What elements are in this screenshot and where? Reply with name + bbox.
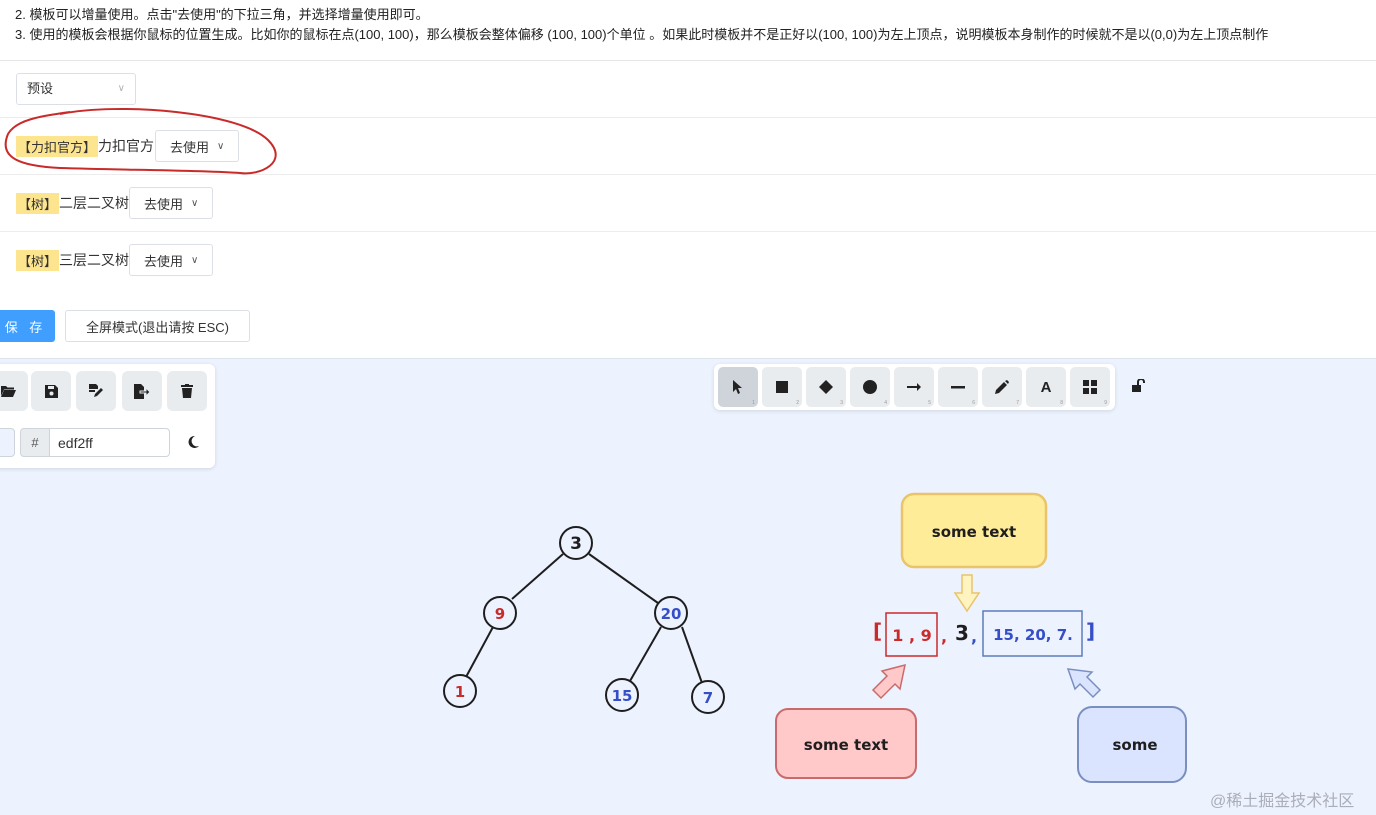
bracket-open: [ <box>873 619 882 643</box>
left-subarray-label: 1 , 9 <box>892 626 931 645</box>
tree-node-label: 7 <box>703 689 713 707</box>
separator: , <box>971 627 977 646</box>
template-name: 三层二叉树 <box>59 252 130 268</box>
tree-node-label: 20 <box>661 605 682 623</box>
template-tag: 【树】 <box>16 249 60 271</box>
tree-node-label: 1 <box>455 683 465 701</box>
tree-node-label: 3 <box>570 534 582 554</box>
root-value-label: 3 <box>955 621 969 645</box>
template-row: 【树】 三层二叉树 去使用 ∨ <box>0 232 1376 290</box>
up-right-arrow-shape <box>871 663 906 700</box>
chevron-down-icon[interactable]: ∨ <box>191 255 198 266</box>
right-text-label: some <box>1112 736 1157 754</box>
watermark: @稀土掘金技术社区 <box>1210 793 1355 810</box>
down-arrow-shape <box>953 574 981 613</box>
use-template-label: 去使用 <box>144 196 184 212</box>
tree-node <box>443 526 725 714</box>
bracket-close: ] <box>1086 619 1095 643</box>
right-subarray-label: 15, 20, 7. <box>993 626 1073 644</box>
chevron-down-icon[interactable]: ∨ <box>191 198 198 209</box>
use-template-label: 去使用 <box>144 253 184 269</box>
save-button[interactable]: 保 存 <box>0 310 55 342</box>
action-bar: 保 存 全屏模式(退出请按 ESC) <box>0 290 1376 359</box>
use-template-button[interactable]: 去使用 ∨ <box>129 187 214 219</box>
drawing-canvas[interactable]: # 1 2 3 4 5 6 <box>0 359 1376 815</box>
separator: , <box>941 627 947 646</box>
tree-node-label: 9 <box>495 605 505 623</box>
drawing-svg: 3 9 20 1 15 7 some text [ 1 , 9 , 3 , 15… <box>443 492 1187 783</box>
left-text-label: some text <box>804 736 888 754</box>
instruction-line-3: 3. 使用的模板会根据你鼠标的位置生成。比如你的鼠标在点(100, 100)，那… <box>15 27 1269 42</box>
up-left-arrow-shape <box>1066 668 1102 699</box>
tree-node-label: 15 <box>612 687 633 705</box>
top-text-label: some text <box>932 523 1016 541</box>
fullscreen-button[interactable]: 全屏模式(退出请按 ESC) <box>65 310 250 342</box>
instruction-line-2: 2. 模板可以增量使用。点击"去使用"的下拉三角，并选择增量使用即可。 <box>15 7 429 22</box>
template-name: 二层二叉树 <box>59 195 130 211</box>
use-template-button[interactable]: 去使用 ∨ <box>129 244 214 276</box>
red-annotation-ellipse <box>4 108 277 175</box>
preset-select-value: 预设 <box>27 81 54 96</box>
template-tag: 【树】 <box>16 192 60 214</box>
template-row: 【树】 二层二叉树 去使用 ∨ <box>0 175 1376 232</box>
instructions: 2. 模板可以增量使用。点击"去使用"的下拉三角，并选择增量使用即可。 3. 使… <box>0 0 1376 61</box>
